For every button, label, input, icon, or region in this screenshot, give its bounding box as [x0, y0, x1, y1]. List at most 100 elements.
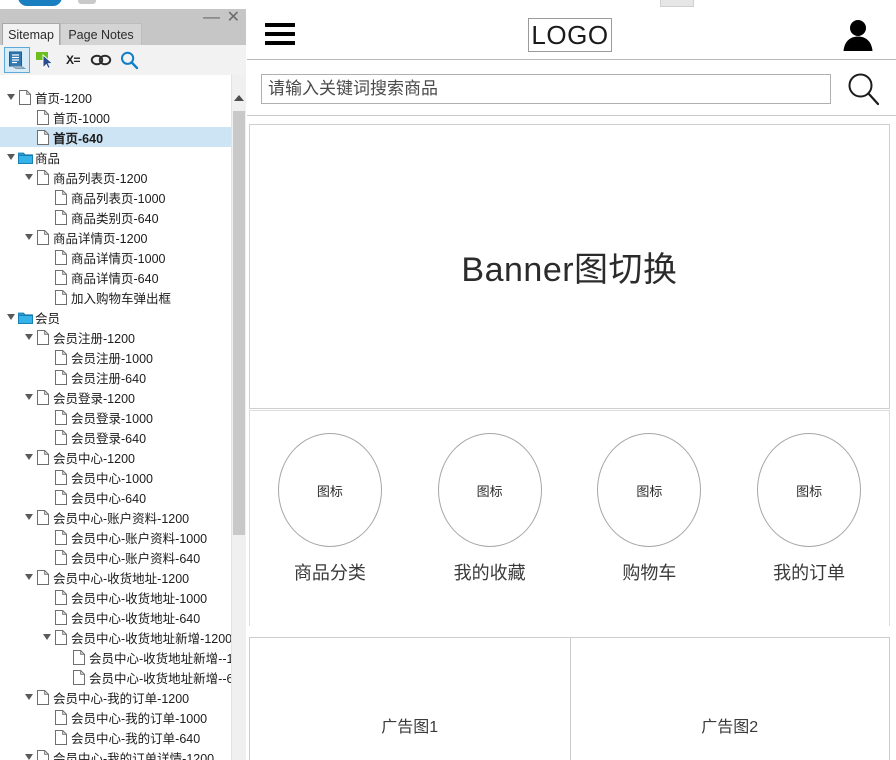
sitemap-node-label: 首页-640	[51, 128, 103, 147]
sitemap-node[interactable]: 会员注册-1000	[0, 347, 232, 367]
icon-placeholder: 图标	[438, 433, 542, 547]
quick-nav-item-favorites[interactable]: 图标 我的收藏	[430, 433, 550, 585]
page-icon	[53, 607, 69, 627]
sitemap-node[interactable]: 会员中心-我的订单-640	[0, 727, 232, 747]
sitemap-toolbar: X=	[0, 45, 246, 75]
scroll-up-icon[interactable]	[232, 89, 246, 106]
sitemap-node[interactable]: 会员中心-我的订单详情-1200	[0, 747, 232, 760]
sitemap-node[interactable]: 会员登录-1000	[0, 407, 232, 427]
sitemap-node[interactable]: 会员中心-640	[0, 487, 232, 507]
sitemap-node[interactable]: 会员登录-640	[0, 427, 232, 447]
search-input[interactable]	[261, 74, 831, 104]
sitemap-node[interactable]: 会员注册-1200	[0, 327, 232, 347]
expand-collapse-icon[interactable]	[4, 87, 17, 107]
preview-header: LOGO	[247, 9, 896, 60]
hamburger-icon[interactable]	[265, 20, 295, 48]
search-icon[interactable]	[116, 47, 142, 73]
sitemap-node[interactable]: 会员中心-收货地址-640	[0, 607, 232, 627]
page-icon	[35, 167, 51, 187]
expand-collapse-icon[interactable]	[22, 167, 35, 187]
sitemap-node[interactable]: 商品	[0, 147, 232, 167]
expand-collapse-icon[interactable]	[22, 567, 35, 587]
twisty-spacer	[40, 287, 53, 307]
sitemap-node[interactable]: 首页-640	[0, 127, 232, 147]
quick-nav-item-categories[interactable]: 图标 商品分类	[270, 433, 390, 585]
ad-label: 广告图2	[701, 713, 758, 737]
sitemap-node[interactable]: 首页-1000	[0, 107, 232, 127]
sitemap-node-label: 会员中心-640	[69, 488, 146, 507]
sitemap-node-label: 商品列表页-1200	[51, 168, 147, 187]
sitemap-node[interactable]: 会员中心-收货地址-1000	[0, 587, 232, 607]
user-avatar-icon[interactable]	[840, 17, 876, 53]
scrollbar-thumb[interactable]	[233, 111, 245, 535]
page-icon	[53, 547, 69, 567]
sitemap-view-icon[interactable]	[4, 47, 30, 73]
preview-canvas: LOGO Banner图切换 图标 商品分类	[247, 9, 896, 760]
sitemap-node[interactable]: 会员中心-我的订单-1200	[0, 687, 232, 707]
page-icon	[53, 207, 69, 227]
expand-collapse-icon[interactable]	[40, 627, 53, 647]
sitemap-node[interactable]: 商品详情页-640	[0, 267, 232, 287]
page-icon	[53, 367, 69, 387]
banner-placeholder[interactable]: Banner图切换	[249, 124, 890, 409]
tab-page-notes[interactable]: Page Notes	[60, 23, 142, 45]
expand-collapse-icon[interactable]	[4, 147, 17, 167]
sitemap-node-label: 会员中心-1000	[69, 468, 153, 487]
sitemap-node[interactable]: 商品列表页-1200	[0, 167, 232, 187]
sitemap-node[interactable]: 会员中心-收货地址新增--64	[0, 667, 232, 687]
sitemap-node[interactable]: 商品详情页-1000	[0, 247, 232, 267]
expand-collapse-icon[interactable]	[22, 687, 35, 707]
cursor-select-icon[interactable]	[32, 47, 58, 73]
sitemap-node[interactable]: 商品类别页-640	[0, 207, 232, 227]
sitemap-node[interactable]: 会员中心-收货地址新增--10	[0, 647, 232, 667]
sitemap-node[interactable]: 会员中心-1200	[0, 447, 232, 467]
sitemap-node[interactable]: 会员中心-账户资料-1000	[0, 527, 232, 547]
twisty-spacer	[40, 527, 53, 547]
icon-placeholder: 图标	[757, 433, 861, 547]
expand-collapse-icon[interactable]	[22, 447, 35, 467]
expand-collapse-icon[interactable]	[22, 507, 35, 527]
expand-collapse-icon[interactable]	[22, 387, 35, 407]
sitemap-node-label: 会员中心-收货地址新增--64	[87, 668, 240, 687]
expand-collapse-icon[interactable]	[4, 307, 17, 327]
sitemap-node-label: 会员登录-640	[69, 428, 146, 447]
sitemap-node[interactable]: 首页-1200	[0, 87, 232, 107]
sitemap-node[interactable]: 会员中心-账户资料-1200	[0, 507, 232, 527]
sitemap-tree: 首页-1200首页-1000首页-640商品商品列表页-1200商品列表页-10…	[0, 87, 232, 760]
twisty-spacer	[40, 467, 53, 487]
sitemap-node[interactable]: 会员中心-我的订单-1000	[0, 707, 232, 727]
sitemap-node[interactable]: 会员注册-640	[0, 367, 232, 387]
quick-nav-item-cart[interactable]: 图标 购物车	[589, 433, 709, 585]
page-icon	[35, 507, 51, 527]
expand-collapse-icon[interactable]	[22, 227, 35, 247]
magnifier-icon[interactable]	[845, 71, 881, 107]
app-root: — ✕ Sitemap Page Notes	[0, 0, 896, 760]
sitemap-node[interactable]: 会员中心-1000	[0, 467, 232, 487]
ad-slot-1[interactable]: 广告图1	[250, 638, 570, 760]
sitemap-node[interactable]: 会员中心-账户资料-640	[0, 547, 232, 567]
quick-nav-item-orders[interactable]: 图标 我的订单	[749, 433, 869, 585]
sitemap-node[interactable]: 商品列表页-1000	[0, 187, 232, 207]
variables-icon[interactable]: X=	[60, 47, 86, 73]
link-icon[interactable]	[88, 47, 114, 73]
page-icon	[53, 707, 69, 727]
sitemap-node[interactable]: 加入购物车弹出框	[0, 287, 232, 307]
twisty-spacer	[22, 127, 35, 147]
sitemap-node[interactable]: 会员中心-收货地址-1200	[0, 567, 232, 587]
twisty-spacer	[40, 187, 53, 207]
tab-sitemap[interactable]: Sitemap	[2, 23, 60, 45]
sitemap-node[interactable]: 会员	[0, 307, 232, 327]
sitemap-scrollbar[interactable]	[231, 75, 246, 760]
expand-collapse-icon[interactable]	[22, 747, 35, 760]
sitemap-node-label: 加入购物车弹出框	[69, 288, 171, 307]
sitemap-node[interactable]: 会员中心-收货地址新增-1200	[0, 627, 232, 647]
sitemap-node-label: 会员中心-账户资料-640	[69, 548, 200, 567]
expand-collapse-icon[interactable]	[22, 327, 35, 347]
panel-tabs: Sitemap Page Notes	[0, 23, 246, 45]
page-icon	[35, 227, 51, 247]
sitemap-node[interactable]: 商品详情页-1200	[0, 227, 232, 247]
ad-slot-2[interactable]: 广告图2	[570, 638, 890, 760]
sitemap-node[interactable]: 会员登录-1200	[0, 387, 232, 407]
twisty-spacer	[40, 607, 53, 627]
icon-placeholder: 图标	[278, 433, 382, 547]
